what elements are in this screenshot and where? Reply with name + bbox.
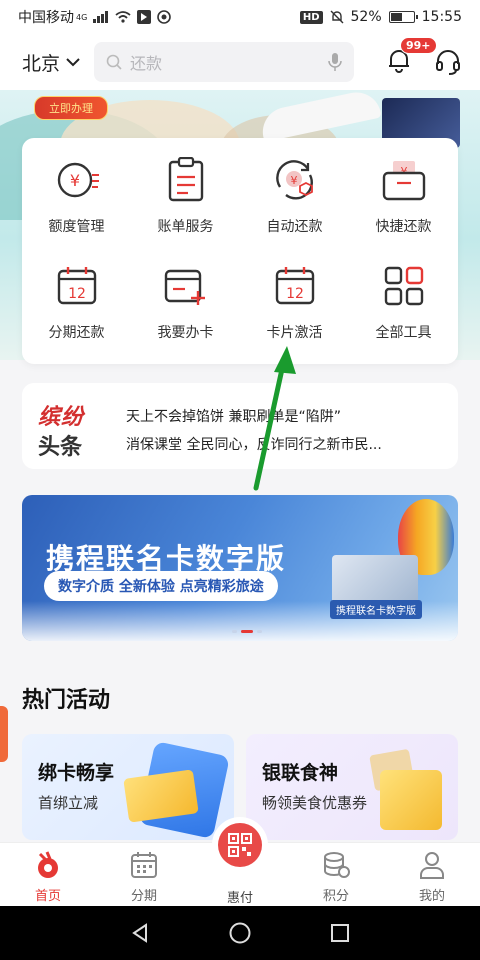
- wifi-icon: [115, 11, 131, 23]
- microphone-icon[interactable]: [328, 52, 342, 72]
- tab-installment[interactable]: 分期: [96, 849, 192, 904]
- notification-button[interactable]: 99+: [386, 37, 437, 77]
- activity-card-food[interactable]: 银联食神 畅领美食优惠券: [246, 734, 458, 840]
- city-label: 北京: [22, 52, 61, 75]
- recents-square-icon[interactable]: [329, 922, 351, 944]
- app-notification-icon: [137, 10, 152, 24]
- carousel-dot: [257, 630, 262, 633]
- notification-badge: 99+: [400, 37, 437, 54]
- bill-icon: [168, 157, 203, 202]
- apply-card-icon: [164, 269, 205, 305]
- floating-side-tab[interactable]: [0, 706, 8, 762]
- carousel-indicator: [232, 630, 262, 633]
- tab-label: 首页: [34, 889, 61, 904]
- menu-item-bill-service[interactable]: 账单服务: [131, 156, 240, 236]
- svg-text:12: 12: [68, 286, 86, 302]
- news-headline-1[interactable]: 天上不会掉馅饼 兼职刷单是“陷阱”: [126, 403, 382, 431]
- carrier-label: 中国移动: [18, 10, 74, 26]
- menu-item-label: 自动还款: [266, 219, 323, 235]
- chevron-down-icon: [66, 58, 80, 67]
- tab-home[interactable]: 首页: [0, 849, 96, 904]
- headline-logo-line1: 缤纷: [38, 404, 85, 430]
- hero-apply-tag[interactable]: 立即办理: [34, 96, 108, 120]
- tab-pay[interactable]: 惠付: [192, 823, 288, 906]
- all-tools-grid-icon: [384, 266, 423, 306]
- installment-calendar-icon: 12: [57, 267, 96, 305]
- battery-icon: [388, 11, 418, 23]
- quick-repay-icon: ¥: [382, 161, 425, 201]
- activity-subtitle: 畅领美食优惠券: [262, 794, 368, 812]
- menu-item-label: 分期还款: [48, 325, 105, 341]
- tab-label: 我的: [418, 889, 445, 904]
- menu-item-label: 快捷还款: [375, 219, 432, 235]
- auto-repay-icon: ¥: [275, 160, 313, 200]
- battery-percent: 52%: [350, 9, 382, 25]
- qr-pay-icon: [228, 833, 252, 857]
- tab-label: 惠付: [226, 891, 253, 906]
- search-icon: [106, 54, 122, 70]
- menu-item-label: 额度管理: [48, 219, 105, 235]
- activity-card-bind-card[interactable]: 绑卡畅享 首绑立减: [22, 734, 234, 840]
- promo-card-caption: 携程联名卡数字版: [330, 600, 422, 619]
- menu-item-quick-repay[interactable]: ¥ 快捷还款: [349, 156, 458, 236]
- activity-title: 银联食神: [262, 762, 339, 784]
- home-circle-icon[interactable]: [228, 921, 252, 945]
- tab-label: 积分: [322, 889, 349, 904]
- promo-subtitle: 数字介质 全新体验 点亮精彩旅途: [44, 571, 278, 601]
- hd-badge: HD: [299, 10, 323, 24]
- qr-pay-button[interactable]: [218, 823, 262, 867]
- calendar-icon: [131, 852, 157, 878]
- svg-text:¥: ¥: [290, 174, 297, 187]
- carousel-dot: [232, 630, 237, 633]
- activity-subtitle: 首绑立减: [38, 794, 99, 812]
- menu-item-label: 全部工具: [375, 325, 432, 341]
- search-input[interactable]: 还款: [94, 42, 355, 82]
- system-nav-bar: [0, 906, 480, 960]
- tab-points[interactable]: 积分: [288, 849, 384, 904]
- tab-profile[interactable]: 我的: [384, 849, 480, 904]
- profile-icon: [420, 852, 444, 879]
- menu-item-label: 我要办卡: [157, 325, 214, 341]
- menu-item-installment-repay[interactable]: 12 分期还款: [22, 262, 131, 342]
- headline-logo-line2: 头条: [38, 434, 83, 460]
- city-selector[interactable]: 北京: [22, 49, 80, 76]
- headline-logo: 缤纷 头条: [38, 399, 122, 460]
- activity-title: 绑卡畅享: [38, 762, 115, 784]
- promo-banner[interactable]: 携程联名卡数字版 数字介质 全新体验 点亮精彩旅途 携程联名卡数字版: [22, 495, 458, 641]
- clock: 15:55: [421, 9, 462, 25]
- customer-service-headset-icon[interactable]: [434, 48, 462, 76]
- app-badge-icon: [157, 10, 172, 24]
- menu-item-auto-repay[interactable]: ¥ 自动还款: [240, 156, 349, 236]
- bottom-tab-bar: 首页 分期 惠付 积分 我的: [0, 823, 480, 906]
- hot-activities-title: 热门活动: [22, 688, 111, 713]
- network-type: 4G: [76, 12, 88, 22]
- menu-item-label: 账单服务: [157, 219, 214, 235]
- carousel-dot-active: [241, 630, 253, 633]
- back-triangle-icon[interactable]: [129, 922, 151, 944]
- status-bar: 中国移动 4G HD 52% 15:55: [0, 0, 480, 34]
- menu-item-credit-limit[interactable]: ¥ 额度管理: [22, 156, 131, 236]
- menu-item-all-tools[interactable]: 全部工具: [349, 262, 458, 342]
- quick-menu: ¥ 额度管理 账单服务 ¥ 自动还款 ¥ 快捷还款 12 分期还款 我要办卡 1…: [22, 138, 458, 364]
- credit-limit-icon: ¥: [57, 162, 99, 198]
- menu-item-label: 卡片激活: [266, 325, 323, 341]
- shopping-bag-illustration: [380, 770, 442, 830]
- card-activate-calendar-icon: 12: [275, 267, 314, 305]
- svg-text:¥: ¥: [69, 171, 79, 190]
- points-coins-icon: [324, 852, 350, 878]
- menu-item-apply-card[interactable]: 我要办卡: [131, 262, 240, 342]
- mute-bell-icon: [330, 10, 344, 24]
- menu-item-card-activate[interactable]: 12 卡片激活: [240, 262, 349, 342]
- tab-label: 分期: [130, 889, 157, 904]
- news-headline-2[interactable]: 消保课堂 全民同心，反诈同行之新市民...: [126, 431, 382, 459]
- top-bar: 北京 还款 99+: [0, 34, 480, 90]
- home-icon: [38, 851, 58, 878]
- search-placeholder: 还款: [130, 54, 163, 73]
- svg-text:12: 12: [286, 286, 304, 302]
- headline-news-card[interactable]: 缤纷 头条 天上不会掉馅饼 兼职刷单是“陷阱” 消保课堂 全民同心，反诈同行之新…: [22, 383, 458, 469]
- signal-icon: [93, 11, 109, 23]
